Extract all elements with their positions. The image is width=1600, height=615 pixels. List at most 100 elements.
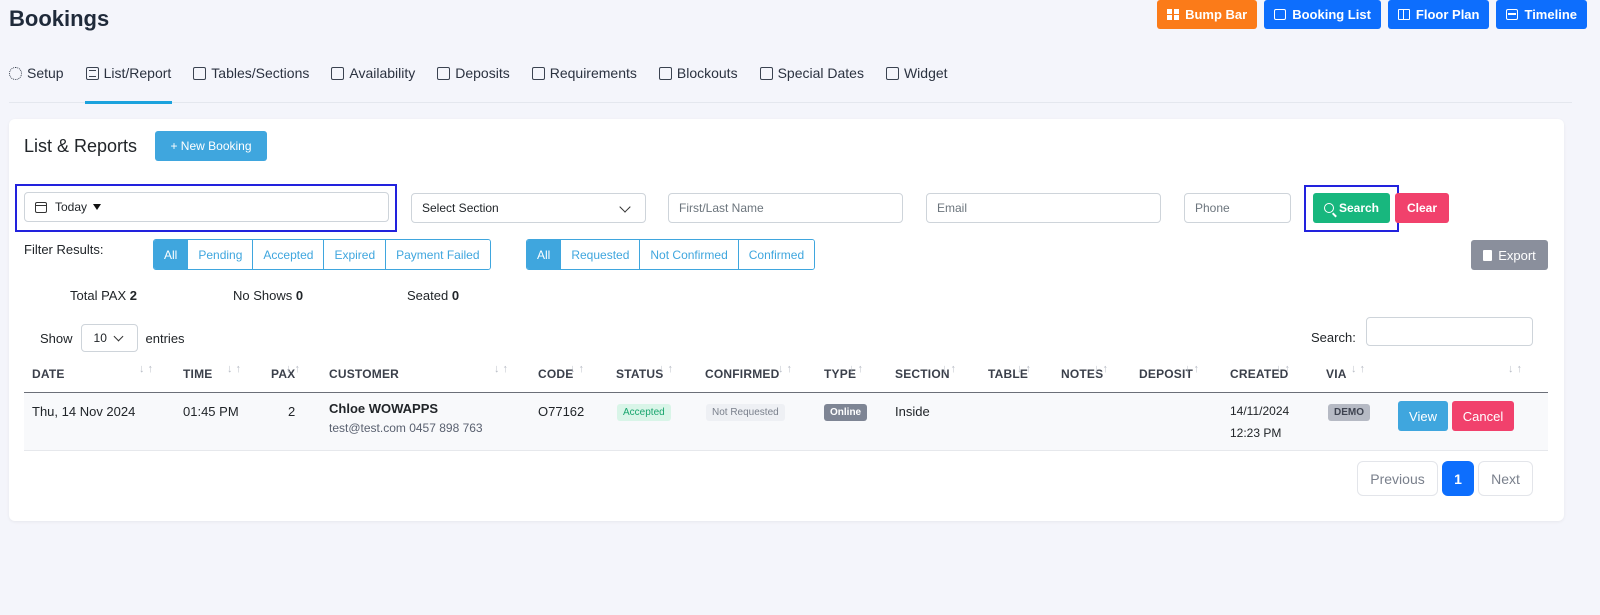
tab-tables-sections[interactable]: Tables/Sections (193, 58, 309, 103)
row-customer-contact: test@test.com 0457 898 763 (329, 421, 483, 435)
email-input-wrap (926, 193, 1161, 223)
sort-icon: ↓ ↑ (494, 363, 509, 375)
phone-input[interactable] (1195, 201, 1290, 215)
list-icon (85, 67, 99, 80)
confirm-filter-group: All Requested Not Confirmed Confirmed (526, 239, 816, 270)
table-header: DATE ↓ ↑ TIME ↓ ↑ PAX ↓ ↑ CUSTOMER ↓ ↑ C… (24, 359, 1548, 393)
timeline-button[interactable]: Timeline (1496, 0, 1587, 29)
booking-list-button[interactable]: Booking List (1264, 0, 1381, 29)
phone-input-wrap (1184, 193, 1291, 223)
gear-icon (9, 67, 22, 80)
via-badge: DEMO (1328, 404, 1370, 421)
pagination-next[interactable]: Next (1478, 461, 1533, 496)
bump-bar-button[interactable]: Bump Bar (1157, 0, 1258, 29)
sort-icon: ↓ ↑ (570, 363, 585, 375)
name-input[interactable] (679, 201, 902, 215)
calendar-x-icon (658, 67, 672, 80)
col-time[interactable]: TIME (183, 367, 212, 381)
tab-setup[interactable]: Setup (9, 58, 64, 103)
card-title: List & Reports (24, 136, 138, 156)
tab-deposits[interactable]: Deposits (437, 58, 510, 103)
tab-list-report[interactable]: List/Report (84, 58, 172, 104)
status-filter-expired[interactable]: Expired (324, 240, 387, 269)
filter-results-label: Filter Results: (24, 242, 104, 257)
floor-plan-button[interactable]: Floor Plan (1387, 0, 1490, 29)
status-filter-payment-failed[interactable]: Payment Failed (386, 240, 490, 269)
sort-icon: ↓ ↑ (778, 363, 793, 375)
col-date[interactable]: DATE (32, 367, 65, 381)
pagination-page-1[interactable]: 1 (1442, 461, 1474, 496)
row-customer-name: Chloe WOWAPPS (329, 401, 439, 416)
type-badge: Online (824, 404, 868, 421)
entries-control: Show 10 entries (40, 324, 185, 352)
status-filter-all[interactable]: All (154, 240, 189, 269)
col-code[interactable]: CODE (538, 367, 573, 381)
floor-plan-icon (1397, 9, 1410, 20)
seated-stat: Seated 0 (407, 288, 460, 303)
section-select[interactable]: Select Section (411, 193, 646, 223)
cancel-booking-button[interactable]: Cancel (1452, 401, 1514, 431)
status-filter-accepted[interactable]: Accepted (253, 240, 325, 269)
chevron-down-icon (619, 201, 631, 213)
tab-requirements[interactable]: Requirements (531, 58, 637, 103)
tab-availability[interactable]: Availability (331, 58, 415, 103)
col-via[interactable]: VIA (1326, 367, 1347, 381)
sort-icon: ↓ ↑ (227, 363, 242, 375)
confirm-filter-confirmed[interactable]: Confirmed (738, 240, 815, 269)
confirm-filter-all[interactable]: All (527, 240, 562, 269)
tab-special-dates[interactable]: Special Dates (759, 58, 864, 103)
no-shows-stat: No Shows 0 (233, 288, 304, 303)
top-button-bar: Bump Bar Booking List Floor Plan Timelin… (1157, 0, 1587, 29)
clear-button[interactable]: Clear (1395, 193, 1449, 223)
table-row: Thu, 14 Nov 2024 01:45 PM 2 Chloe WOWAPP… (24, 393, 1548, 451)
table-icon (193, 67, 207, 80)
search-button[interactable]: Search (1313, 193, 1390, 223)
chevron-down-icon (113, 331, 123, 342)
row-pax: 2 (288, 404, 296, 419)
list-reports-card: List & Reports + New Booking Today Selec… (9, 119, 1564, 521)
date-range-select[interactable]: Today (24, 192, 389, 222)
entries-select[interactable]: 10 (80, 324, 138, 352)
sort-icon: ↓ ↑ (1185, 363, 1200, 375)
total-pax-stat: Total PAX 2 (70, 288, 137, 303)
list-box-icon (1274, 9, 1287, 20)
calendar-star-icon (759, 67, 773, 80)
confirm-filter-requested[interactable]: Requested (561, 240, 641, 269)
sort-icon: ↓ ↑ (139, 363, 154, 375)
clipboard-icon (331, 67, 345, 80)
status-filter-group: All Pending Accepted Expired Payment Fai… (153, 239, 491, 270)
row-created-time: 12:23 PM (1230, 426, 1282, 440)
external-link-icon (885, 67, 899, 80)
grid-icon (1167, 9, 1180, 20)
sort-icon: ↓ ↑ (1094, 363, 1109, 375)
caret-down-icon (93, 204, 102, 210)
table-search-label: Search: (1311, 330, 1356, 345)
row-section: Inside (895, 404, 930, 419)
sort-icon: ↓ ↑ (659, 363, 674, 375)
confirmed-badge: Not Requested (706, 404, 785, 421)
status-filter-pending[interactable]: Pending (188, 240, 254, 269)
row-created-date: 14/11/2024 (1230, 404, 1290, 418)
sort-icon: ↓ ↑ (1276, 363, 1291, 375)
pagination-previous[interactable]: Previous (1357, 461, 1438, 496)
timeline-icon (1506, 9, 1519, 20)
table-search-input[interactable] (1366, 317, 1533, 346)
sort-icon: ↓ ↑ (942, 363, 957, 375)
new-booking-button[interactable]: + New Booking (155, 131, 267, 161)
email-input[interactable] (937, 201, 1160, 215)
tab-widget[interactable]: Widget (885, 58, 948, 103)
sort-icon: ↓ ↑ (849, 363, 864, 375)
col-confirmed[interactable]: CONFIRMED (705, 367, 779, 381)
calendar-icon (35, 201, 47, 213)
view-booking-button[interactable]: View (1398, 401, 1448, 431)
export-button[interactable]: Export (1471, 240, 1548, 270)
col-status[interactable]: STATUS (616, 367, 663, 381)
tab-blockouts[interactable]: Blockouts (658, 58, 738, 103)
sort-icon: ↓ ↑ (1508, 363, 1523, 375)
row-code: O77162 (538, 404, 585, 419)
confirm-filter-not-confirmed[interactable]: Not Confirmed (640, 240, 739, 269)
row-time: 01:45 PM (183, 404, 239, 419)
coins-icon (437, 67, 451, 80)
col-customer[interactable]: CUSTOMER (329, 367, 399, 381)
settings-tabs: Setup List/Report Tables/Sections Availa… (9, 58, 1572, 104)
